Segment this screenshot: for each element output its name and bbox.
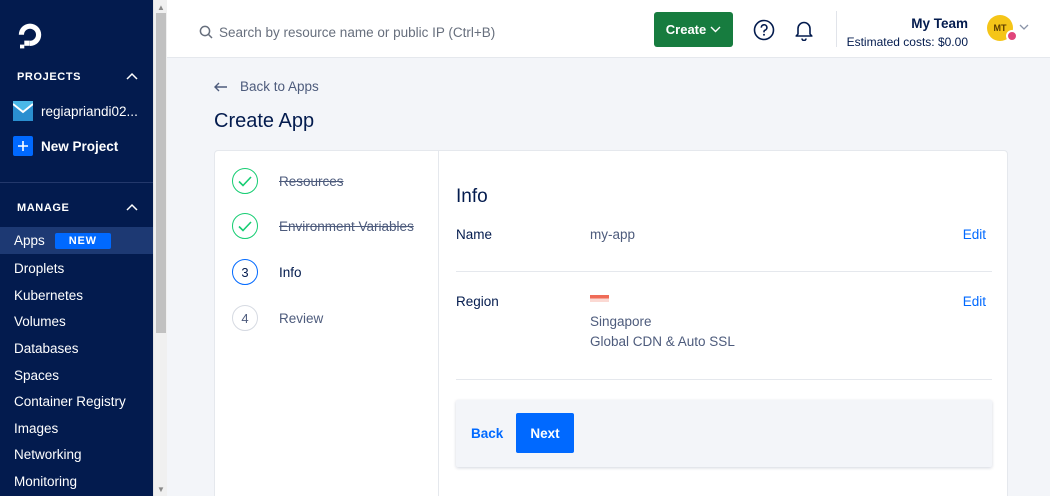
header-divider <box>836 11 837 47</box>
sidebar-item-spaces[interactable]: Spaces <box>0 362 153 389</box>
back-to-apps-link[interactable]: Back to Apps <box>214 79 319 94</box>
sidebar: PROJECTS regiapriandi02... New Project M… <box>0 0 153 496</box>
projects-heading: PROJECTS <box>17 71 82 83</box>
sidebar-item-label: Spaces <box>14 368 60 383</box>
edit-region-link[interactable]: Edit <box>963 294 986 309</box>
estimated-costs: Estimated costs: $0.00 <box>846 35 968 49</box>
chevron-down-icon <box>710 26 721 33</box>
sidebar-item-label: Kubernetes <box>14 288 84 303</box>
bell-icon[interactable] <box>794 19 814 41</box>
new-badge: NEW <box>54 232 111 249</box>
singapore-flag-icon <box>590 295 609 302</box>
name-label: Name <box>456 227 493 242</box>
step-label: Resources <box>279 173 344 189</box>
create-button[interactable]: Create <box>654 12 733 47</box>
step-label: Info <box>279 264 302 280</box>
sidebar-item-label: Volumes <box>14 314 66 329</box>
scroll-up-arrow-icon[interactable]: ▲ <box>157 3 165 12</box>
check-icon <box>232 168 258 194</box>
manage-heading: MANAGE <box>17 202 70 214</box>
help-icon[interactable] <box>753 19 775 41</box>
sidebar-item-label: Networking <box>14 447 82 462</box>
project-logo-icon <box>13 101 33 121</box>
sidebar-item-volumes[interactable]: Volumes <box>0 308 153 335</box>
arrow-left-icon <box>214 82 227 91</box>
page-title: Create App <box>214 110 315 132</box>
sidebar-item-databases[interactable]: Databases <box>0 335 153 362</box>
step-label: Environment Variables <box>279 218 414 234</box>
back-link-label: Back to Apps <box>240 79 319 94</box>
sidebar-project-label: regiapriandi02... <box>41 103 138 119</box>
step-number: 4 <box>232 305 258 331</box>
sidebar-item-label: Droplets <box>14 261 65 276</box>
sidebar-item-images[interactable]: Images <box>0 415 153 442</box>
sidebar-item-apps[interactable]: Apps NEW <box>0 227 153 254</box>
action-bar: Back Next <box>456 400 992 467</box>
step-environment-variables[interactable]: Environment Variables <box>232 213 414 239</box>
back-button[interactable]: Back <box>471 426 503 441</box>
search-icon <box>199 25 213 39</box>
sidebar-item-label: Databases <box>14 341 79 356</box>
sidebar-divider <box>0 182 153 183</box>
region-subvalue: Global CDN & Auto SSL <box>590 334 735 349</box>
name-value: my-app <box>590 227 636 242</box>
step-info[interactable]: 3 Info <box>232 259 302 285</box>
sidebar-scrollbar[interactable]: ▲ ▼ <box>153 0 167 496</box>
info-section-title: Info <box>456 186 488 207</box>
sidebar-item-label: Apps <box>14 233 45 248</box>
row-divider <box>456 271 992 272</box>
sidebar-item-networking[interactable]: Networking <box>0 441 153 468</box>
create-app-card: Resources Environment Variables 3 Info 4… <box>214 150 1008 496</box>
team-name[interactable]: My Team <box>911 16 968 31</box>
chevron-up-icon[interactable] <box>126 72 138 80</box>
sidebar-item-monitoring[interactable]: Monitoring <box>0 468 153 495</box>
avatar-status-dot <box>1006 30 1018 42</box>
step-number: 3 <box>232 259 258 285</box>
digitalocean-logo-icon[interactable] <box>16 21 44 49</box>
steps-column: Resources Environment Variables 3 Info 4… <box>215 151 439 496</box>
chevron-up-icon[interactable] <box>126 203 138 211</box>
step-label: Review <box>279 310 324 326</box>
scroll-thumb[interactable] <box>156 13 166 333</box>
step-resources[interactable]: Resources <box>232 168 344 194</box>
sidebar-item-kubernetes[interactable]: Kubernetes <box>0 282 153 309</box>
region-value: Singapore <box>590 314 652 329</box>
new-project-label: New Project <box>41 138 119 154</box>
next-button[interactable]: Next <box>516 413 574 453</box>
search-input[interactable] <box>219 20 599 44</box>
new-project-button[interactable]: New Project <box>13 136 118 156</box>
check-icon <box>232 213 258 239</box>
chevron-down-icon[interactable] <box>1019 24 1029 31</box>
edit-name-link[interactable]: Edit <box>963 227 986 242</box>
scroll-down-arrow-icon[interactable]: ▼ <box>157 485 165 494</box>
row-divider <box>456 379 992 380</box>
sidebar-item-label: Monitoring <box>14 474 78 489</box>
plus-icon <box>13 136 33 156</box>
sidebar-item-container-registry[interactable]: Container Registry <box>0 388 153 415</box>
create-button-label: Create <box>665 22 707 37</box>
step-review[interactable]: 4 Review <box>232 305 323 331</box>
region-label: Region <box>456 294 499 309</box>
sidebar-item-label: Container Registry <box>14 394 126 409</box>
top-header: Create My Team Estimated costs: $0.00 MT <box>167 0 1050 58</box>
sidebar-project-regiapriandi[interactable]: regiapriandi02... <box>13 101 138 121</box>
sidebar-item-label: Images <box>14 421 59 436</box>
sidebar-item-droplets[interactable]: Droplets <box>0 255 153 282</box>
